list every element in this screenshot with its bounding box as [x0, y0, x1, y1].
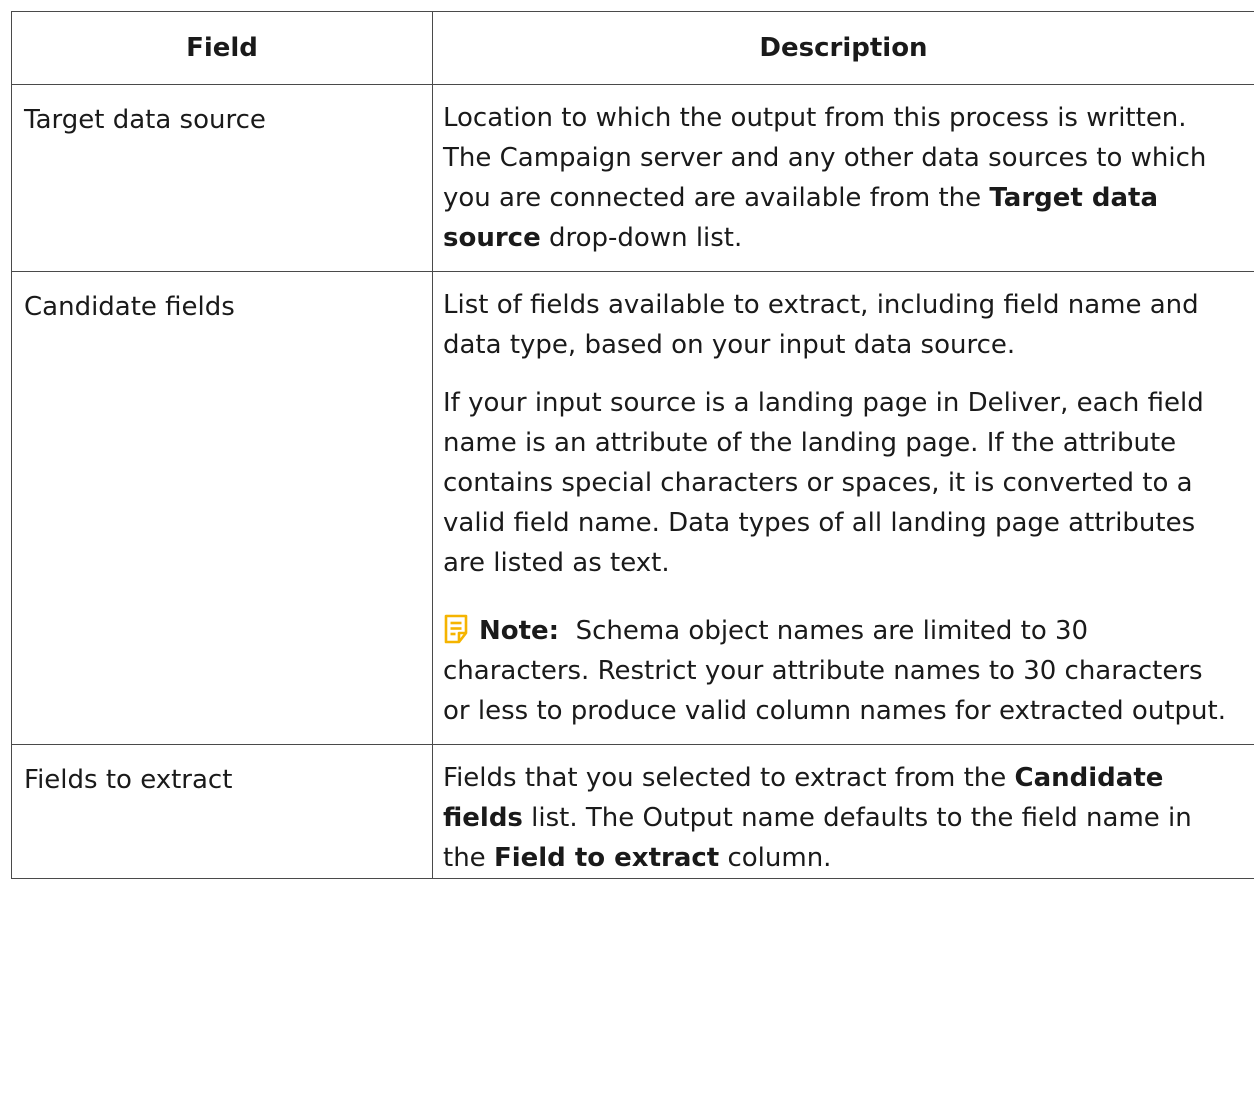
ui-term: Field to extract — [493, 843, 720, 873]
column-header-field: Field — [11, 11, 433, 85]
description-cell: Fields that you selected to extract from… — [432, 744, 1254, 879]
description-paragraph: Location to which the output from this p… — [443, 98, 1234, 258]
description-text: Fields that you selected to extract from… — [443, 763, 1015, 793]
column-header-description: Description — [432, 11, 1254, 85]
field-name-cell: Fields to extract — [11, 744, 433, 879]
field-name-cell: Target data source — [11, 84, 433, 272]
table-header-row: Field Description — [11, 11, 1254, 85]
description-text: drop-down list. — [540, 223, 743, 253]
field-description-table: Field Description Target data source Loc… — [11, 11, 1254, 879]
table-row: Fields to extract Fields that you select… — [11, 744, 1254, 879]
note-label: Note: — [479, 616, 560, 646]
description-paragraph: List of fields available to extract, inc… — [443, 290, 1199, 360]
note-icon — [444, 614, 468, 644]
description-cell: Location to which the output from this p… — [432, 84, 1254, 272]
description-text: column. — [719, 843, 832, 873]
description-cell: List of fields available to extract, inc… — [432, 271, 1254, 745]
description-paragraph: Fields that you selected to extract from… — [443, 758, 1234, 878]
table-row: Target data source Location to which the… — [11, 84, 1254, 272]
field-name-cell: Candidate fields — [11, 271, 433, 745]
note-block: Note: Schema object names are limited to… — [443, 611, 1234, 731]
table-row: Candidate fields List of fields availabl… — [11, 271, 1254, 745]
description-paragraph: If your input source is a landing page i… — [443, 388, 1204, 578]
